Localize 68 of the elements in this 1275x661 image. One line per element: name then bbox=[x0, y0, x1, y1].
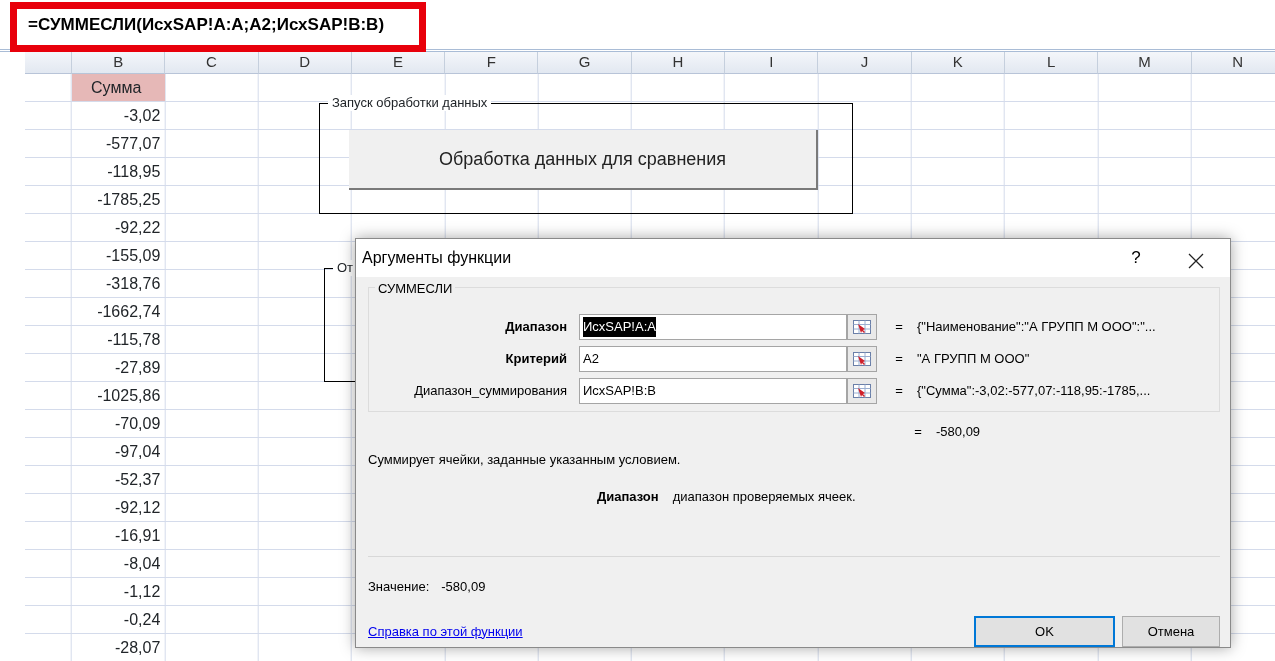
table-cell-text: -92,22 bbox=[113, 218, 162, 238]
column-header[interactable]: E bbox=[351, 52, 446, 74]
table-cell-text: -92,12 bbox=[113, 498, 162, 518]
cancel-button[interactable]: Отмена bbox=[1122, 616, 1220, 647]
group-label: От bbox=[333, 260, 358, 276]
argument-label: Критерий bbox=[504, 350, 568, 369]
table-cell-text: -52,37 bbox=[113, 470, 162, 490]
column-header[interactable]: D bbox=[258, 52, 352, 74]
column-header[interactable]: K bbox=[911, 52, 1005, 74]
equals-sign: = bbox=[913, 423, 923, 441]
table-cell-text: -97,04 bbox=[113, 442, 162, 462]
table-cell-text: -28,07 bbox=[113, 638, 162, 658]
column-header[interactable]: H bbox=[631, 52, 726, 74]
grid-icon bbox=[853, 384, 871, 398]
column-header[interactable]: L bbox=[1004, 52, 1099, 74]
range-select-button[interactable] bbox=[847, 378, 877, 404]
process-button[interactable]: Обработка данных для сравнения bbox=[349, 130, 818, 190]
range-select-button[interactable] bbox=[847, 314, 877, 340]
table-cell-text: -577,07 bbox=[105, 134, 162, 154]
table-cell-text: -1025,86 bbox=[96, 386, 162, 406]
table-cell-text: -3,02 bbox=[122, 106, 162, 126]
column-header[interactable]: M bbox=[1098, 52, 1192, 74]
table-cell-text: -8,04 bbox=[122, 554, 162, 574]
help-button[interactable]: ? bbox=[1106, 245, 1166, 271]
table-cell-text: -0,24 bbox=[122, 610, 162, 630]
ok-button[interactable]: OK bbox=[974, 616, 1115, 647]
argument-field[interactable]: ИсхSAP!B:B bbox=[579, 378, 847, 404]
value-text: -580,09 bbox=[441, 577, 486, 596]
grid-icon bbox=[853, 352, 871, 366]
argument-result: {"Наименование":"А ГРУПП М ООО":"... bbox=[917, 318, 1156, 337]
group-label: Запуск обработки данных bbox=[328, 95, 492, 111]
column-header[interactable]: J bbox=[818, 52, 912, 74]
table-cell-text: -318,76 bbox=[105, 274, 162, 294]
help-link[interactable]: Справка по этой функции bbox=[368, 621, 967, 642]
column-header[interactable]: B bbox=[72, 52, 166, 74]
argument-label: Диапазон bbox=[504, 318, 568, 337]
range-select-button[interactable] bbox=[847, 346, 877, 372]
function-description: Суммирует ячейки, заданные указанным условием. bbox=[368, 450, 682, 469]
value-label: Значение: bbox=[368, 577, 430, 596]
table-cell-text: -70,09 bbox=[113, 414, 162, 434]
argument-name: Диапазон bbox=[597, 488, 659, 506]
table-cell-text: -1662,74 bbox=[96, 302, 162, 322]
equals-sign: = bbox=[894, 382, 904, 401]
argument-label: Диапазон_суммирования bbox=[413, 382, 568, 401]
argument-result: "А ГРУПП М ООО" bbox=[917, 350, 1030, 369]
equals-sign: = bbox=[894, 318, 904, 337]
column-header[interactable]: F bbox=[445, 52, 539, 74]
table-cell-text: -115,78 bbox=[106, 330, 162, 350]
table-cell-text: -1785,25 bbox=[96, 190, 162, 210]
table-cell-text: -27,89 bbox=[113, 358, 162, 378]
table-cell-text: -118,95 bbox=[106, 162, 162, 182]
column-header[interactable]: N bbox=[1191, 52, 1275, 74]
column-header[interactable]: G bbox=[538, 52, 632, 74]
dialog-title: Аргументы функции bbox=[362, 248, 513, 268]
table-cell-text: -155,09 bbox=[105, 246, 162, 266]
argument-description: диапазон проверяемых ячеек. bbox=[672, 488, 856, 506]
argument-result: {"Сумма":-3,02:-577,07:-118,95:-1785,... bbox=[917, 382, 1151, 401]
header-cell: Сумма bbox=[72, 74, 166, 102]
column-header[interactable]: I bbox=[725, 52, 819, 74]
formula-text[interactable]: =СУММЕСЛИ(ИсхSAP!A:A;A2;ИсхSAP!B:B) bbox=[28, 11, 385, 38]
table-cell-text: -16,91 bbox=[113, 526, 162, 546]
formula-result: -580,09 bbox=[936, 423, 981, 441]
grid-icon bbox=[853, 320, 871, 334]
equals-sign: = bbox=[894, 350, 904, 369]
argument-field[interactable]: ИсхSAP!A:A bbox=[579, 314, 847, 340]
argument-field[interactable]: A2 bbox=[579, 346, 847, 372]
table-cell-text: -1,12 bbox=[122, 582, 162, 602]
column-header[interactable]: C bbox=[165, 52, 259, 74]
